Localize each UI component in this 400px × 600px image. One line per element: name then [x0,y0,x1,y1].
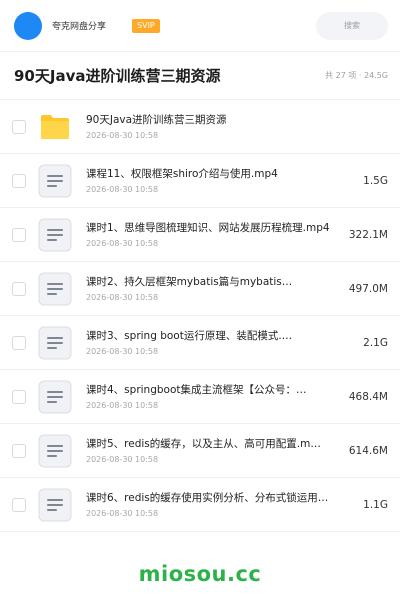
file-date: 2026-08-30 10:58 [86,400,159,410]
file-size: 614.6M [348,444,388,457]
avatar[interactable] [14,11,42,40]
file-meta: 课程11、权限框架shiro介绍与使用.mp4 2026-08-30 10:58 [86,167,350,195]
file-meta: 90天Java进阶训练营三期资源 2026-08-30 10:58 [86,113,350,141]
document-icon [38,164,72,198]
search-box[interactable] [316,11,388,40]
file-meta: 课时4、springboot集成主流框架【公众号：… 2026-08-30 10… [86,383,341,411]
file-date: 2026-08-30 10:58 [86,346,159,356]
file-meta: 课时2、持久层框架mybatis篇与mybatis… 2026-08-30 10… [86,275,341,303]
page-title: 90天Java进阶训练营三期资源 [14,67,221,85]
row-checkbox[interactable] [12,173,26,188]
file-meta: 课时6、redis的缓存使用实例分析、分布式锁运用… 2026-08-30 10… [86,491,350,519]
file-meta: 课时5、redis的缓存，以及主从、高可用配置.m… 2026-08-30 10… [86,437,341,465]
file-name[interactable]: 课时5、redis的缓存，以及主从、高可用配置.m… [86,437,341,451]
account-name[interactable]: 夸克网盘分享 [52,19,106,32]
file-list: 90天Java进阶训练营三期资源 2026-08-30 10:58 课程11、权… [0,100,400,532]
list-item[interactable]: 课时5、redis的缓存，以及主从、高可用配置.m… 2026-08-30 10… [0,424,400,478]
file-size: 497.0M [348,282,388,295]
file-name[interactable]: 课时4、springboot集成主流框架【公众号：… [86,383,341,397]
document-icon [38,434,72,468]
watermark-text: miosou.cc [138,562,262,586]
list-item[interactable]: 课时3、spring boot运行原理、装配模式.… 2026-08-30 10… [0,316,400,370]
list-item[interactable]: 课时1、思维导图梳理知识、网站发展历程梳理.mp4 2026-08-30 10:… [0,208,400,262]
list-item[interactable]: 90天Java进阶训练营三期资源 2026-08-30 10:58 [0,100,400,154]
row-checkbox[interactable] [12,281,26,296]
file-size: 468.4M [348,390,388,403]
row-checkbox[interactable] [12,389,26,404]
vip-badge: SVIP [132,18,160,33]
document-icon [38,326,72,360]
list-item[interactable]: 课时2、持久层框架mybatis篇与mybatis… 2026-08-30 10… [0,262,400,316]
file-size: 322.1M [348,228,388,241]
file-date: 2026-08-30 10:58 [86,292,159,302]
file-date: 2026-08-30 10:58 [86,454,159,464]
document-icon [38,488,72,522]
file-size: 2.1G [363,336,388,349]
document-icon [38,380,72,414]
file-size: 1.5G [363,174,388,187]
row-checkbox[interactable] [12,497,26,512]
file-name[interactable]: 课时6、redis的缓存使用实例分析、分布式锁运用… [86,491,350,505]
top-header: 夸克网盘分享 SVIP [0,0,400,52]
document-icon [38,272,72,306]
file-name[interactable]: 课时3、spring boot运行原理、装配模式.… [86,329,350,343]
file-date: 2026-08-30 10:58 [86,508,159,518]
row-checkbox[interactable] [12,335,26,350]
row-checkbox[interactable] [12,227,26,242]
row-checkbox[interactable] [12,119,26,134]
file-name[interactable]: 90天Java进阶训练营三期资源 [86,113,350,127]
list-item[interactable]: 课时4、springboot集成主流框架【公众号：… 2026-08-30 10… [0,370,400,424]
file-date: 2026-08-30 10:58 [86,238,159,248]
folder-title-bar: 90天Java进阶训练营三期资源 共 27 项 · 24.5G [0,52,400,100]
file-meta: 课时3、spring boot运行原理、装配模式.… 2026-08-30 10… [86,329,350,357]
folder-icon [38,110,72,144]
file-date: 2026-08-30 10:58 [86,130,159,140]
document-icon [38,218,72,252]
list-item[interactable]: 课时6、redis的缓存使用实例分析、分布式锁运用… 2026-08-30 10… [0,478,400,532]
file-name[interactable]: 课时1、思维导图梳理知识、网站发展历程梳理.mp4 [86,221,341,235]
file-name[interactable]: 课程11、权限框架shiro介绍与使用.mp4 [86,167,350,181]
search-input[interactable] [316,21,388,30]
file-meta: 课时1、思维导图梳理知识、网站发展历程梳理.mp4 2026-08-30 10:… [86,221,341,249]
folder-summary: 共 27 项 · 24.5G [325,71,388,80]
file-date: 2026-08-30 10:58 [86,184,159,194]
file-size: 1.1G [363,498,388,511]
row-checkbox[interactable] [12,443,26,458]
list-item[interactable]: 课程11、权限框架shiro介绍与使用.mp4 2026-08-30 10:58… [0,154,400,208]
file-name[interactable]: 课时2、持久层框架mybatis篇与mybatis… [86,275,341,289]
